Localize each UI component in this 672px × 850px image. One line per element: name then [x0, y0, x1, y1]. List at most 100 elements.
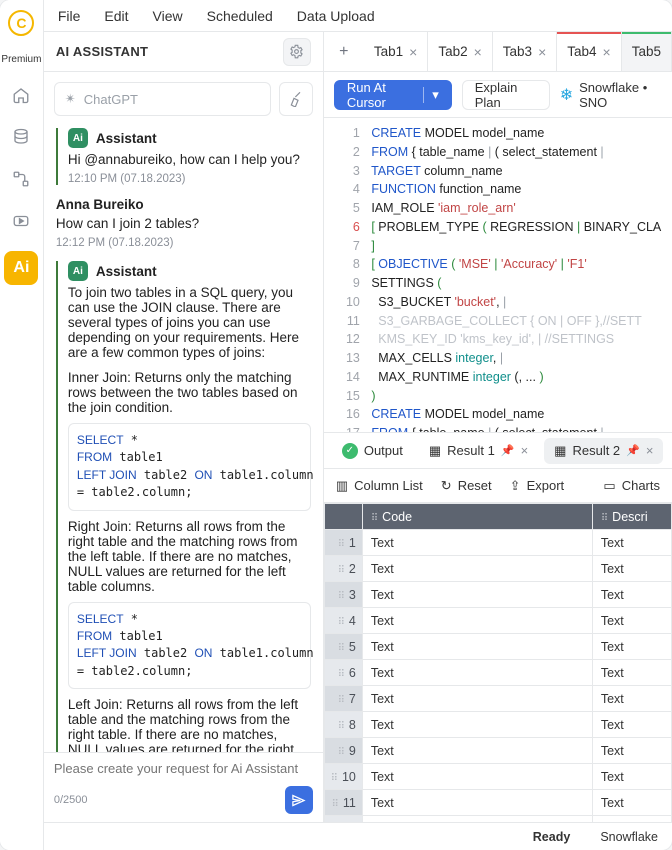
- menu-file[interactable]: File: [58, 8, 81, 24]
- editor-tab-1[interactable]: Tab1 ×: [364, 32, 428, 71]
- cell-description[interactable]: Text: [592, 608, 671, 634]
- row-number: ⠿11: [324, 790, 362, 816]
- label: Export: [527, 478, 565, 493]
- cell-code[interactable]: Text: [362, 634, 592, 660]
- table-icon: ▦: [429, 443, 441, 459]
- assistant-name: Assistant: [96, 264, 157, 279]
- export-button[interactable]: ⇪ Export: [510, 478, 564, 494]
- user-msg-1-time: 12:12 PM (07.18.2023): [56, 237, 311, 249]
- status-db: Snowflake: [600, 830, 658, 844]
- compose-count: 0/2500: [54, 794, 88, 806]
- cell-description[interactable]: Text: [592, 712, 671, 738]
- cell-code[interactable]: Text: [362, 608, 592, 634]
- menu-view[interactable]: View: [153, 8, 183, 24]
- cell-description[interactable]: Text: [592, 660, 671, 686]
- cell-description[interactable]: Text: [592, 556, 671, 582]
- explain-plan-button[interactable]: Explain Plan: [462, 80, 550, 110]
- cell-description[interactable]: Text: [592, 764, 671, 790]
- close-icon[interactable]: ×: [474, 44, 482, 60]
- cell-description[interactable]: Text: [592, 582, 671, 608]
- row-number: ⠿1: [324, 530, 362, 556]
- assistant-msg-1-time: 12:10 PM (07.18.2023): [68, 173, 311, 185]
- close-icon[interactable]: ×: [409, 44, 417, 60]
- database-icon[interactable]: [9, 125, 33, 149]
- tab-label: Output: [364, 443, 403, 458]
- assistant-msg-2-p3: Right Join: Returns all rows from the ri…: [68, 519, 311, 594]
- ai-provider-selector[interactable]: ✴︎ ChatGPT: [54, 82, 271, 116]
- openai-icon: ✴︎: [65, 91, 76, 107]
- editor-tab-4[interactable]: Tab4×: [557, 32, 621, 71]
- premium-label: Premium: [1, 54, 41, 65]
- col-label: Code: [382, 510, 412, 524]
- cell-code[interactable]: Text: [362, 790, 592, 816]
- editor-content: CREATE MODEL model_name FROM { table_nam…: [368, 118, 672, 432]
- close-icon[interactable]: ×: [646, 443, 654, 458]
- compose-input[interactable]: [54, 761, 313, 776]
- menu-edit[interactable]: Edit: [104, 8, 128, 24]
- grip-icon: ⠿: [371, 513, 382, 524]
- cell-code[interactable]: Text: [362, 686, 592, 712]
- close-icon[interactable]: ×: [521, 443, 529, 458]
- export-icon: ⇪: [510, 478, 521, 494]
- cell-code[interactable]: Text: [362, 712, 592, 738]
- charts-button[interactable]: ▭Charts: [603, 478, 660, 494]
- columns-icon: ▥: [336, 478, 348, 494]
- send-button[interactable]: [285, 786, 313, 814]
- assistant-msg-2-p4: Left Join: Returns all rows from the lef…: [68, 697, 311, 752]
- row-number: ⠿8: [324, 712, 362, 738]
- reset-button[interactable]: ↻Reset: [441, 478, 492, 494]
- cell-code[interactable]: Text: [362, 530, 592, 556]
- label: Charts: [622, 478, 660, 493]
- output-tab[interactable]: ✓Output: [332, 438, 413, 464]
- sql-editor[interactable]: 1 2 3 4 5 6 7 8 9 10 11 12 13 14 15 16 1…: [324, 118, 672, 432]
- cell-description[interactable]: Text: [592, 738, 671, 764]
- cell-description[interactable]: Text: [592, 634, 671, 660]
- ai-settings-button[interactable]: [283, 38, 311, 66]
- pin-icon[interactable]: 📌: [501, 444, 515, 457]
- results-grid[interactable]: ⠿Code ⠿Descri ⠿1 Text Text⠿2 Text Text⠿3…: [324, 503, 672, 822]
- chevron-down-icon[interactable]: ▾: [423, 87, 439, 103]
- table-icon: ▦: [554, 443, 566, 459]
- run-at-cursor-button[interactable]: Run At Cursor▾: [334, 80, 452, 110]
- new-tab-button[interactable]: +: [324, 32, 364, 71]
- editor-tab-2[interactable]: Tab2×: [428, 32, 492, 71]
- label: Reset: [458, 478, 492, 493]
- cell-code[interactable]: Text: [362, 556, 592, 582]
- pin-icon[interactable]: 📌: [626, 444, 640, 457]
- cell-code[interactable]: Text: [362, 738, 592, 764]
- col-header-description[interactable]: ⠿Descri: [592, 504, 671, 530]
- menu-scheduled[interactable]: Scheduled: [207, 8, 273, 24]
- cell-description[interactable]: Text: [592, 530, 671, 556]
- close-icon[interactable]: ×: [603, 44, 611, 60]
- result-1-tab[interactable]: ▦Result 1📌×: [419, 438, 538, 464]
- app-logo[interactable]: C: [8, 10, 34, 36]
- home-icon[interactable]: [9, 83, 33, 107]
- tab-label: Tab1: [374, 44, 403, 59]
- media-icon[interactable]: [9, 209, 33, 233]
- result-2-tab[interactable]: ▦ Result 2 📌 ×: [544, 438, 663, 464]
- cell-description[interactable]: Text: [592, 686, 671, 712]
- editor-tab-3[interactable]: Tab3×: [493, 32, 557, 71]
- row-number: ⠿3: [324, 582, 362, 608]
- assistant-badge-icon: Ai: [68, 128, 88, 148]
- col-label: Descri: [612, 510, 647, 524]
- row-number: ⠿7: [324, 686, 362, 712]
- cell-description[interactable]: Text: [592, 790, 671, 816]
- menu-data-upload[interactable]: Data Upload: [297, 8, 375, 24]
- cell-code[interactable]: Text: [362, 764, 592, 790]
- cell-code[interactable]: Text: [362, 660, 592, 686]
- clear-chat-button[interactable]: [279, 82, 313, 116]
- editor-tab-5[interactable]: Tab5: [622, 32, 672, 71]
- assistant-name: Assistant: [96, 131, 157, 146]
- code-block-right-join: SELECT * FROM table1 LEFT JOIN table2 ON…: [68, 602, 311, 690]
- connection-selector[interactable]: ❄Snowflake • SNO: [560, 80, 662, 110]
- col-header-code[interactable]: ⠿Code: [362, 504, 592, 530]
- tab-label: Result 2: [572, 443, 620, 458]
- tab-label: Tab5: [632, 44, 661, 59]
- row-number: ⠿2: [324, 556, 362, 582]
- schema-icon[interactable]: [9, 167, 33, 191]
- ai-assistant-icon[interactable]: Ai: [4, 251, 38, 285]
- column-list-button[interactable]: ▥Column List: [336, 478, 423, 494]
- cell-code[interactable]: Text: [362, 582, 592, 608]
- close-icon[interactable]: ×: [538, 44, 546, 60]
